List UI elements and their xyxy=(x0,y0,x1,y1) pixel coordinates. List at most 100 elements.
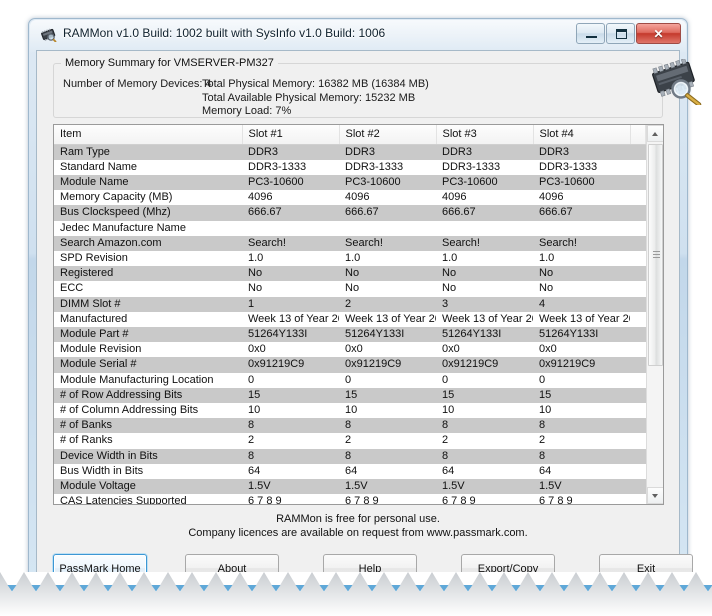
table-row[interactable]: # of Column Addressing Bits 10 10 10 10 xyxy=(54,402,646,419)
row-value-slot-1: 1.5V xyxy=(242,478,339,495)
row-value-slot-3: 8 xyxy=(436,418,533,434)
row-value-slot-3: 3 xyxy=(436,296,533,312)
row-value-slot-1: DDR3 xyxy=(242,144,339,160)
scrollbar-grip-icon xyxy=(653,251,660,259)
table-row[interactable]: Standard Name DDR3-1333 DDR3-1333 DDR3-1333… xyxy=(54,159,646,175)
license-line-2: Company licences are available on reques… xyxy=(188,527,528,539)
minimize-button[interactable] xyxy=(576,23,605,44)
table-row[interactable]: Ram Type DDR3 DDR3 DDR3 DDR3 xyxy=(54,144,646,160)
table-row[interactable]: Bus Width in Bits 64 64 64 64 xyxy=(54,463,646,479)
row-label: # of Column Addressing Bits xyxy=(54,402,242,419)
scrollbar-thumb[interactable] xyxy=(648,144,663,366)
table-header-row: Item Slot #1 Slot #2 Slot #3 Slot #4 xyxy=(54,125,646,145)
row-label: Module Voltage xyxy=(54,478,242,495)
application-window: RAMMon v1.0 Build: 1002 built with SysIn… xyxy=(28,18,702,583)
row-label: Module Name xyxy=(54,174,242,191)
table-row[interactable]: # of Banks 8 8 8 8 xyxy=(54,418,646,434)
row-value-slot-1: 0x0 xyxy=(242,342,339,358)
table-row[interactable]: SPD Revision 1.0 1.0 1.0 1.0 xyxy=(54,250,646,267)
row-value-slot-2: 15 xyxy=(339,387,436,403)
row-label: Bus Clockspeed (Mhz) xyxy=(54,205,242,221)
maximize-button[interactable] xyxy=(606,23,635,44)
row-label: Bus Width in Bits xyxy=(54,463,242,479)
row-spacer xyxy=(630,174,646,191)
amazon-search-link[interactable]: Search! xyxy=(533,235,630,251)
row-label: Module Serial # xyxy=(54,357,242,373)
row-value-slot-4: Week 13 of Year 2010 xyxy=(533,311,630,327)
table-vertical-scrollbar[interactable] xyxy=(646,125,663,504)
memory-summary-legend: Memory Summary for VMSERVER-PM327 xyxy=(61,57,278,69)
row-value-slot-4: 8 xyxy=(533,418,630,434)
row-spacer xyxy=(630,357,646,373)
row-value-slot-4: 4096 xyxy=(533,190,630,206)
row-label: Registered xyxy=(54,266,242,282)
table-row[interactable]: Module Part #51264Y133I 51264Y133I 51264Y1… xyxy=(54,326,646,343)
amazon-search-link[interactable]: Search! xyxy=(339,235,436,251)
table-row[interactable]: Module Revision 0x0 0x0 0x0 0x0 xyxy=(54,342,646,358)
table-row[interactable]: # of Ranks 2 2 2 2 xyxy=(54,433,646,449)
memory-grid: Item Slot #1 Slot #2 Slot #3 Slot #4 Ram… xyxy=(54,125,646,504)
row-value-slot-3: 666.67 xyxy=(436,205,533,221)
memory-chip-magnifier-icon xyxy=(642,58,708,107)
row-label: Ram Type xyxy=(54,144,242,160)
table-row[interactable]: CAS Latencies Supported 6 7 8 96 7 8 96 7… xyxy=(54,494,646,504)
table-row[interactable]: Bus Clockspeed (Mhz) 666.67 666.67 666.67 66… xyxy=(54,205,646,221)
table-row[interactable]: Module Manufacturing Location 0 0 0 0 xyxy=(54,372,646,388)
table-row[interactable]: # of Row Addressing Bits 15 15 15 15 xyxy=(54,387,646,403)
row-label: DIMM Slot # xyxy=(54,296,242,312)
memory-device-count: Number of Memory Devices: 4 xyxy=(63,78,212,90)
scroll-up-button[interactable] xyxy=(647,125,663,142)
column-header-slot-2[interactable]: Slot #2 xyxy=(339,125,437,145)
row-value-slot-2: 8 xyxy=(339,448,436,464)
close-button[interactable]: ✕ xyxy=(636,23,681,44)
row-value-slot-2: DDR3-1333 xyxy=(339,159,436,175)
row-value-slot-1: No xyxy=(242,266,339,282)
table-row[interactable]: Search Amazon.com Search! Search! Search! Se… xyxy=(54,235,646,251)
table-row[interactable]: Jedec Manufacture Name xyxy=(54,220,646,236)
row-value-slot-3: 2 xyxy=(436,433,533,449)
table-row[interactable]: ManufacturedWeek 13 of Year 2010Week 13 … xyxy=(54,311,646,327)
row-spacer xyxy=(630,448,646,464)
row-value-slot-2: 10 xyxy=(339,402,436,419)
row-value-slot-1: 2 xyxy=(242,433,339,449)
license-line-1: RAMMon is free for personal use. xyxy=(276,513,440,525)
column-header-item[interactable]: Item xyxy=(54,125,243,145)
table-row[interactable]: DIMM Slot #1 2 3 4 xyxy=(54,296,646,312)
memory-summary-panel: Memory Summary for VMSERVER-PM327 Number… xyxy=(53,57,663,119)
table-row[interactable]: Device Width in Bits 8 8 8 8 xyxy=(54,448,646,464)
amazon-search-link[interactable]: Search! xyxy=(436,235,533,251)
table-row[interactable]: Registered No No No No xyxy=(54,266,646,282)
row-spacer xyxy=(630,311,646,327)
table-row[interactable]: ECC No No No No xyxy=(54,281,646,297)
memory-stats: Total Physical Memory: 16382 MB (16384 M… xyxy=(202,78,429,119)
row-value-slot-4: 2 xyxy=(533,433,630,449)
table-row[interactable]: Module Name PC3-10600 PC3-10600 PC3-10600 PC… xyxy=(54,174,646,191)
table-row[interactable]: Memory Capacity (MB) 4096 4096 4096 4096 xyxy=(54,190,646,206)
amazon-search-link[interactable]: Search! xyxy=(242,235,339,251)
row-value-slot-3: 15 xyxy=(436,387,533,403)
row-value-slot-3: 1.0 xyxy=(436,250,533,267)
window-titlebar[interactable]: RAMMon v1.0 Build: 1002 built with SysIn… xyxy=(29,19,687,51)
row-value-slot-4: 1.0 xyxy=(533,250,630,267)
row-value-slot-4: 8 xyxy=(533,448,630,464)
row-value-slot-4: 64 xyxy=(533,463,630,479)
table-row[interactable]: Module Serial #0x91219C9 0x91219C9 0x91219… xyxy=(54,357,646,373)
row-spacer xyxy=(630,418,646,434)
row-value-slot-3: 8 xyxy=(436,448,533,464)
row-label: Device Width in Bits xyxy=(54,448,242,464)
row-spacer xyxy=(630,159,646,175)
row-spacer xyxy=(630,266,646,282)
column-header-slot-4[interactable]: Slot #4 xyxy=(533,125,631,145)
row-label: # of Row Addressing Bits xyxy=(54,387,242,403)
table-row[interactable]: Module Voltage 1.5V 1.5V 1.5V 1.5V xyxy=(54,478,646,495)
row-value-slot-2: DDR3 xyxy=(339,144,436,160)
row-label: Module Part # xyxy=(54,326,242,343)
row-value-slot-1: 1.0 xyxy=(242,250,339,267)
row-spacer xyxy=(630,190,646,206)
scroll-down-button[interactable] xyxy=(647,487,663,504)
row-spacer xyxy=(630,372,646,388)
column-header-slot-3[interactable]: Slot #3 xyxy=(436,125,534,145)
row-value-slot-1: 51264Y133I xyxy=(242,326,339,343)
row-value-slot-2: 8 xyxy=(339,418,436,434)
column-header-slot-1[interactable]: Slot #1 xyxy=(242,125,340,145)
